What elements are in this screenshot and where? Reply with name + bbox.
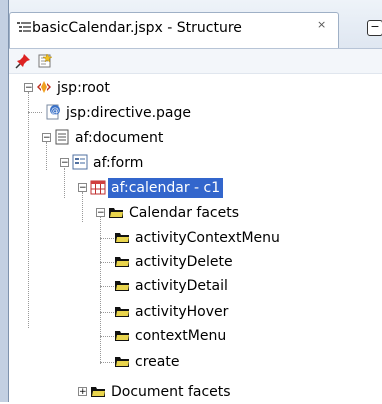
tree-item-label: Calendar facets [129,205,240,221]
facet-icon [115,331,129,341]
tree-item-label: af:form [93,155,144,171]
facet-icon [115,233,129,243]
tree-item-label: Document facets [111,384,231,400]
svg-text:@: @ [51,106,59,115]
tree-item-context-menu[interactable]: contextMenu [9,324,382,348]
tree-item-document-facets[interactable]: + Document facets [9,380,382,404]
minimize-button[interactable]: − [367,20,382,36]
tree-item-label: af:calendar - c1 [108,178,224,198]
facet-icon [115,257,129,267]
tree-item-label: activityDetail [135,278,228,294]
tree-item-activity-hover[interactable]: activityHover [9,300,382,324]
folder-icon [109,208,123,218]
tree-item-label: contextMenu [135,328,227,344]
folder-icon [91,387,105,397]
collapse-toggle[interactable]: − [78,183,87,193]
collapse-toggle[interactable]: − [60,158,69,168]
structure-icon [17,22,31,32]
facet-icon [115,307,129,317]
tree-item-label: activityContextMenu [135,230,280,246]
tree-item-directive-page[interactable]: @ jsp:directive.page [9,101,382,125]
tree-item-af-calendar[interactable]: − af:calendar - c1 [9,176,382,200]
tree-item-calendar-facets[interactable]: − Calendar facets [9,201,382,225]
tab-close-button[interactable]: × [317,18,326,31]
tree-item-label: activityHover [135,304,229,320]
freeze-view-icon[interactable] [37,53,53,69]
tree-item-label: af:document [75,130,164,146]
tree-item-label: create [135,354,180,370]
tree-item-label: jsp:directive.page [66,105,192,121]
collapse-toggle[interactable]: − [96,208,105,218]
tree-item-label: jsp:root [57,80,110,96]
tree-item-activity-delete[interactable]: activityDelete [9,250,382,274]
pin-icon[interactable] [15,53,31,69]
left-panel-edge [0,0,9,402]
tree-item-create[interactable]: create [9,350,382,374]
toolbar [9,49,382,74]
document-icon [55,129,69,145]
collapse-toggle[interactable]: − [24,83,33,93]
facet-icon [115,281,129,291]
calendar-icon [90,180,106,195]
form-icon [72,154,88,170]
tab-bar: basicCalendar.jspx - Structure × − [9,0,382,49]
structure-tree: − jsp:root @ jsp:directive.page − af:doc… [9,74,382,402]
tree-item-af-document[interactable]: − af:document [9,126,382,150]
tab-title: basicCalendar.jspx - Structure [32,20,242,36]
tree-item-jsp-root[interactable]: − jsp:root [9,76,382,100]
tree-item-activity-detail[interactable]: activityDetail [9,274,382,298]
tree-item-activity-context-menu[interactable]: activityContextMenu [9,226,382,250]
tree-item-label: activityDelete [135,254,233,270]
tree-item-af-form[interactable]: − af:form [9,151,382,175]
jsp-root-icon [37,81,51,93]
facet-icon [115,357,129,367]
expand-toggle[interactable]: + [78,387,87,397]
directive-icon: @ [46,104,60,120]
collapse-toggle[interactable]: − [42,133,51,143]
structure-tab[interactable]: basicCalendar.jspx - Structure × [9,12,339,48]
